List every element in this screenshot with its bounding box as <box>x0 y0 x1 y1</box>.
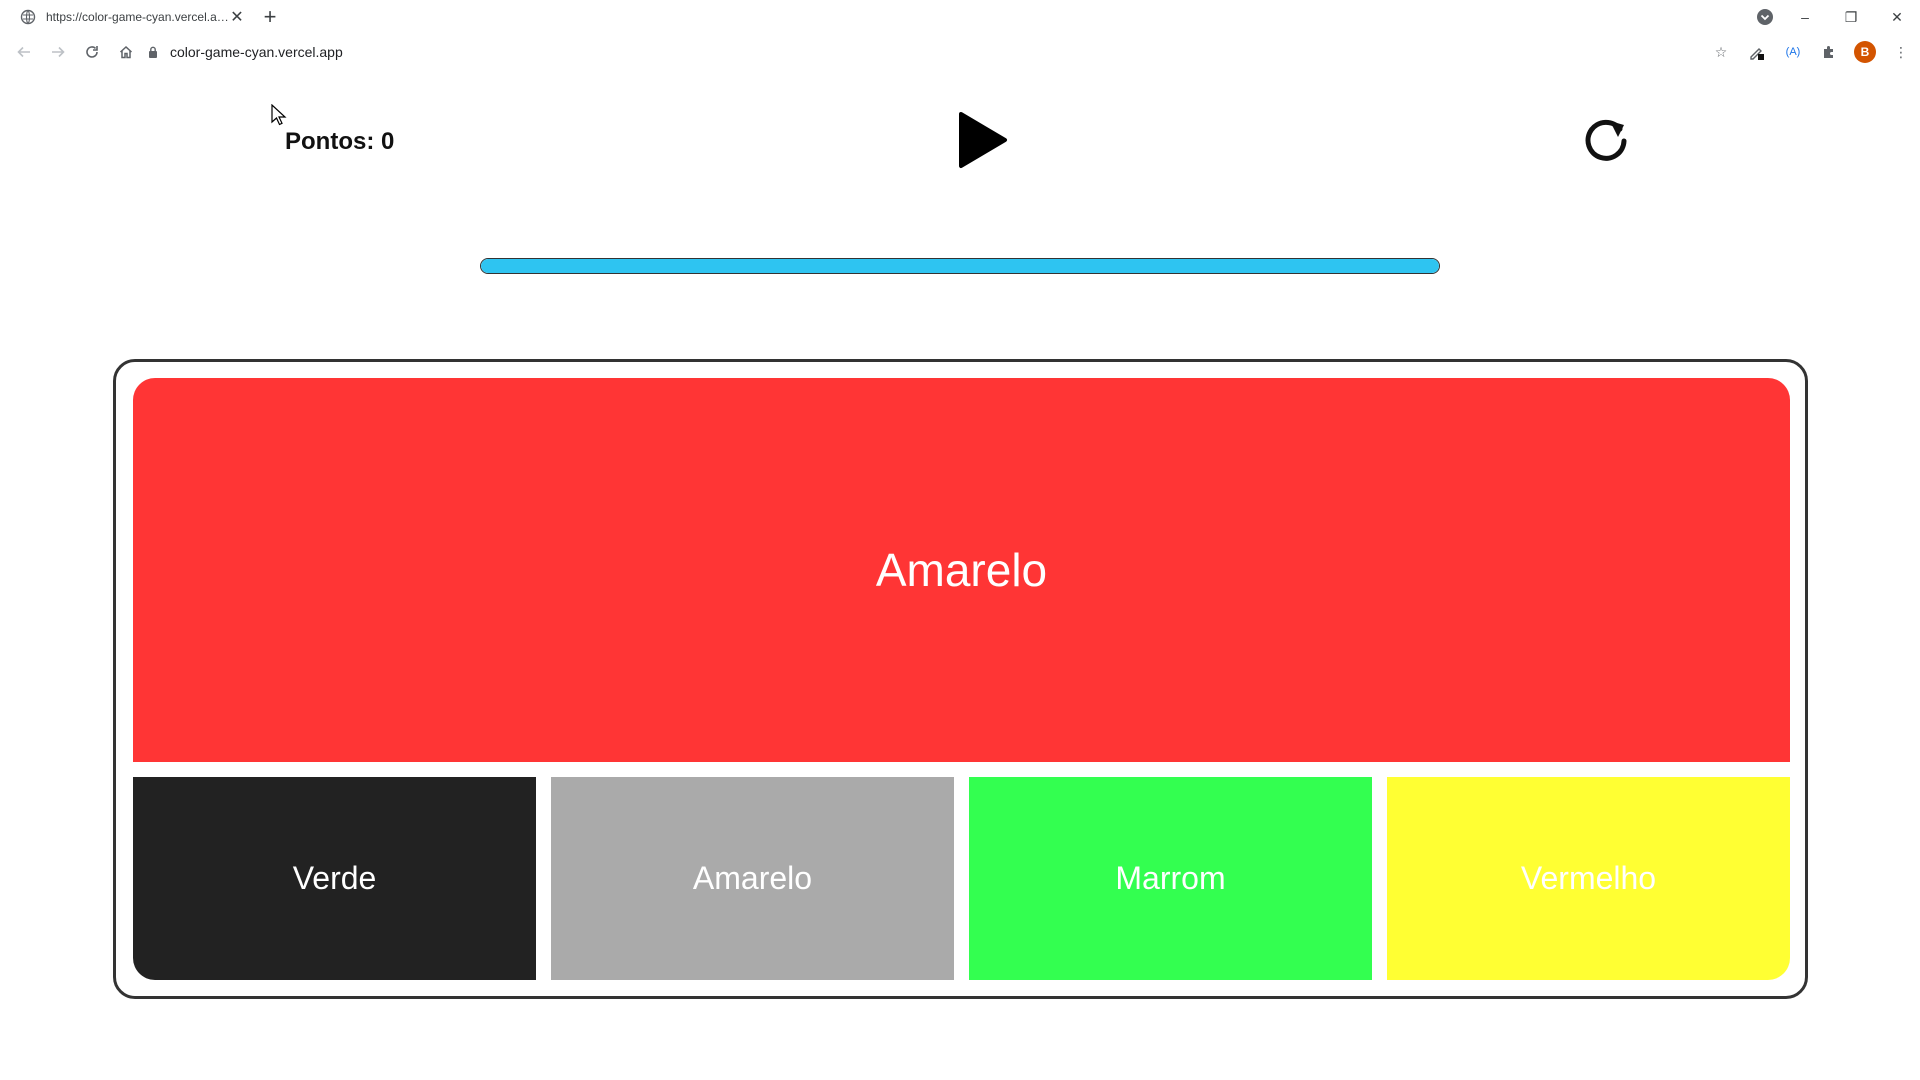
option-label: Verde <box>292 860 377 896</box>
option-label: Amarelo <box>692 860 813 896</box>
restart-button[interactable] <box>1580 115 1632 167</box>
score-value: 0 <box>381 128 395 155</box>
timer-progress-fill <box>481 259 1439 273</box>
play-icon <box>959 112 1007 168</box>
target-color-card: Amarelo <box>133 378 1790 762</box>
globe-icon <box>20 9 36 25</box>
minimize-icon[interactable]: – <box>1782 0 1828 34</box>
new-tab-button[interactable]: + <box>258 4 282 29</box>
score-label: Pontos: <box>285 128 375 155</box>
close-window-icon[interactable]: ✕ <box>1874 0 1920 34</box>
tab-strip: https://color-game-cyan.vercel.app ✕ + –… <box>0 0 1920 34</box>
window-controls: – ❐ ✕ <box>1782 0 1920 34</box>
forward-icon[interactable] <box>42 36 74 68</box>
restart-icon <box>1585 119 1627 161</box>
star-icon[interactable]: ☆ <box>1710 41 1732 63</box>
option-button[interactable]: Verde <box>133 777 536 980</box>
timer-progress-bar <box>480 258 1440 274</box>
restore-icon[interactable]: ❐ <box>1828 0 1874 34</box>
option-button[interactable]: Marrom <box>969 777 1372 980</box>
lock-icon <box>146 45 160 59</box>
address-bar[interactable]: color-game-cyan.vercel.app <box>146 38 1706 66</box>
option-button[interactable]: Vermelho <box>1387 777 1790 980</box>
toolbar-actions: ☆ (A) B ⋮ <box>1710 38 1912 66</box>
translate-extension-icon[interactable]: (A) <box>1782 41 1804 63</box>
browser-tab[interactable]: https://color-game-cyan.vercel.app ✕ <box>10 0 255 34</box>
game-board: Amarelo Verde Amarelo Marrom Vermelho <box>113 359 1808 999</box>
option-label: Vermelho <box>1520 860 1657 896</box>
puzzle-icon[interactable] <box>1818 41 1840 63</box>
reload-icon[interactable] <box>76 36 108 68</box>
profile-avatar[interactable]: B <box>1854 41 1876 63</box>
answer-options: Verde Amarelo Marrom Vermelho <box>133 777 1790 980</box>
mouse-cursor-icon <box>271 104 287 126</box>
home-icon[interactable] <box>110 36 142 68</box>
play-button[interactable] <box>955 110 1011 170</box>
option-button[interactable]: Amarelo <box>551 777 954 980</box>
tab-title: https://color-game-cyan.vercel.app <box>46 10 229 24</box>
url-text: color-game-cyan.vercel.app <box>170 44 343 60</box>
extension-edit-icon[interactable] <box>1746 41 1768 63</box>
score-display: Pontos: 0 <box>285 128 394 156</box>
menu-dots-icon[interactable]: ⋮ <box>1890 41 1912 63</box>
option-label: Marrom <box>1115 860 1226 896</box>
back-icon[interactable] <box>8 36 40 68</box>
tab-search-icon[interactable] <box>1756 8 1774 26</box>
close-tab-icon[interactable]: ✕ <box>229 9 245 26</box>
game-page: Pontos: 0 Amarelo Verde Amarelo Marrom V… <box>0 70 1920 1080</box>
target-word: Amarelo <box>875 544 1048 596</box>
browser-toolbar: color-game-cyan.vercel.app ☆ (A) B ⋮ <box>0 34 1920 70</box>
